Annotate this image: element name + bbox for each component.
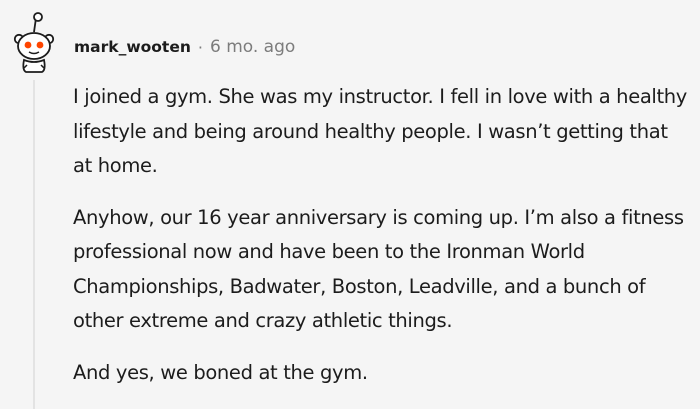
username-link[interactable]: mark_wooten — [74, 38, 191, 56]
comment-paragraph-3: And yes, we boned at the gym. — [73, 360, 368, 384]
user-avatar-icon[interactable] — [10, 10, 58, 74]
comment-body: I joined a gym. She was my instructor. I… — [73, 80, 688, 390]
comment-meta: mark_wooten · 6 mo. ago — [74, 36, 295, 58]
meta-separator: · — [197, 37, 203, 57]
comment-paragraph-2: Anyhow, our 16 year anniversary is comin… — [73, 205, 684, 333]
comment-timestamp[interactable]: 6 mo. ago — [210, 37, 295, 57]
comment-paragraph-1: I joined a gym. She was my instructor. I… — [73, 85, 687, 177]
thread-collapse-line[interactable] — [33, 80, 35, 409]
